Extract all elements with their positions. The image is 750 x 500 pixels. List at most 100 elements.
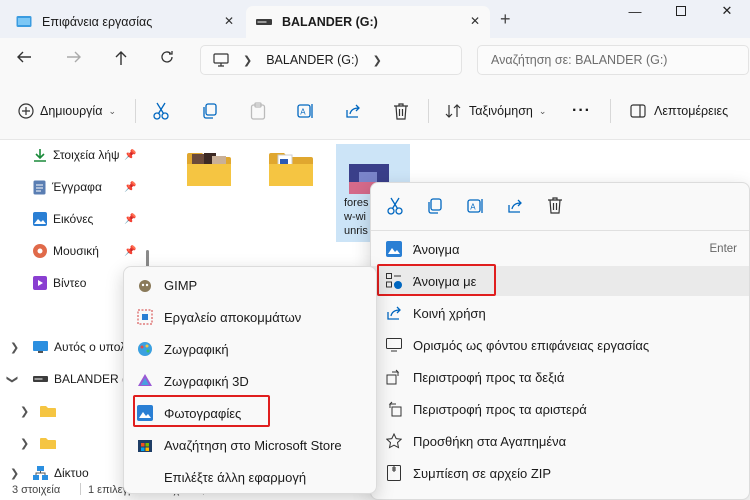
chevron-right-icon[interactable]: ❯ [10, 467, 19, 480]
menu-item-microsoft-store[interactable]: Αναζήτηση στο Microsoft Store [124, 430, 376, 460]
details-button[interactable]: Λεπτομέρειες [630, 82, 728, 140]
menu-item-add-favorites[interactable]: Προσθήκη στα Αγαπημένα [371, 426, 749, 456]
forward-arrow-icon[interactable] [66, 50, 82, 64]
pin-icon: 📌 [124, 245, 137, 257]
title-bar: Επιφάνεια εργασίας ✕ BALANDER (G:) ✕ + —… [0, 0, 750, 38]
menu-item-set-wallpaper[interactable]: Ορισμός ως φόντου επιφάνειας εργασίας [371, 330, 749, 360]
clipboard-icon [250, 102, 266, 120]
folder-item-pictures[interactable] [186, 150, 232, 188]
rename-icon: A [297, 104, 313, 118]
tab-label: Επιφάνεια εργασίας [42, 15, 153, 29]
chevron-right-icon[interactable]: ❯ [20, 405, 29, 418]
menu-item-paint[interactable]: Ζωγραφική [124, 334, 376, 364]
network-icon [33, 466, 48, 480]
share-button[interactable] [345, 82, 362, 140]
chevron-down-icon: ⌄ [538, 105, 547, 116]
rotate-left-icon [385, 400, 403, 418]
folder-icon [40, 437, 56, 450]
copy-button[interactable] [202, 82, 218, 140]
drive-icon [33, 375, 48, 383]
breadcrumb-chevron-icon[interactable]: ❯ [243, 54, 252, 67]
divider [80, 483, 81, 495]
chevron-right-icon[interactable]: ❯ [20, 437, 29, 450]
menu-item-rotate-left[interactable]: Περιστροφή προς τα αριστερά [371, 394, 749, 424]
share-icon[interactable] [507, 198, 524, 214]
sidebar-item-downloads[interactable]: Στοιχεία λήψ 📌 [0, 143, 150, 167]
menu-item-label: Άνοιγμα [413, 241, 460, 257]
snipping-tool-icon [136, 308, 154, 326]
file-name-line: unris [344, 225, 368, 237]
folder-item-documents[interactable] [268, 150, 314, 188]
menu-item-rotate-right[interactable]: Περιστροφή προς τα δεξιά [371, 362, 749, 392]
trash-icon[interactable] [547, 197, 563, 214]
file-name-line: fores [344, 197, 369, 209]
trash-icon [394, 102, 408, 120]
zip-icon [385, 464, 403, 482]
close-tab-icon[interactable]: ✕ [224, 14, 234, 28]
tab-desktop[interactable]: Επιφάνεια εργασίας ✕ [6, 6, 244, 38]
menu-item-label: Συμπίεση σε αρχείο ZIP [413, 465, 552, 481]
sidebar-item-label: Έγγραφα [52, 180, 102, 194]
highlight-box [133, 395, 270, 427]
folder-icon [269, 153, 313, 186]
search-input[interactable]: Αναζήτηση σε: BALANDER (G:) [477, 45, 749, 75]
menu-item-paint-3d[interactable]: Ζωγραφική 3D [124, 366, 376, 396]
item-count: 3 στοιχεία [12, 484, 61, 496]
menu-item-zip[interactable]: Συμπίεση σε αρχείο ZIP [371, 458, 749, 488]
maximize-button[interactable] [658, 0, 704, 22]
video-icon [33, 276, 47, 290]
address-bar[interactable]: ❯ BALANDER (G:) ❯ [200, 45, 462, 75]
context-menu: A Άνοιγμα Enter Άνοιγμα με Κοινή χρήση Ο… [370, 182, 750, 500]
new-tab-button[interactable]: + [500, 9, 511, 30]
menu-item-label: Προσθήκη στα Αγαπημένα [413, 433, 567, 449]
back-arrow-icon[interactable] [16, 50, 32, 64]
cut-button[interactable] [153, 82, 169, 140]
menu-item-label: Ζωγραφική 3D [164, 373, 249, 389]
share-icon [385, 304, 403, 322]
close-tab-icon[interactable]: ✕ [470, 14, 480, 28]
drive-icon [256, 17, 272, 27]
menu-item-snipping-tool[interactable]: Εργαλείο αποκομμάτων [124, 302, 376, 332]
up-arrow-icon[interactable] [114, 50, 128, 66]
delete-button[interactable] [393, 82, 409, 140]
close-window-button[interactable]: ✕ [704, 0, 750, 22]
sidebar-item-music[interactable]: Μουσική 📌 [0, 239, 150, 263]
star-icon [385, 432, 403, 450]
paint-3d-icon [136, 372, 154, 390]
divider [371, 230, 749, 231]
svg-text:A: A [300, 108, 306, 117]
rename-button[interactable]: A [297, 82, 315, 140]
minimize-button[interactable]: — [612, 0, 658, 22]
documents-icon [33, 180, 46, 195]
chevron-right-icon[interactable]: ❯ [10, 341, 19, 354]
menu-item-label: Επιλέξτε άλλη εφαρμογή [164, 469, 307, 485]
copy-icon[interactable] [427, 198, 443, 214]
breadcrumb-chevron-icon[interactable]: ❯ [373, 54, 382, 67]
computer-icon [213, 53, 229, 67]
sidebar-item-label: Δίκτυο [54, 466, 89, 480]
menu-item-share[interactable]: Κοινή χρήση [371, 298, 749, 328]
tab-balander[interactable]: BALANDER (G:) ✕ [246, 6, 490, 38]
menu-item-label: Κοινή χρήση [413, 305, 486, 321]
sort-button[interactable]: Ταξινόμηση ⌄ [445, 82, 546, 140]
music-icon [33, 244, 47, 258]
menu-item-gimp[interactable]: GIMP [124, 270, 376, 300]
divider [610, 99, 611, 123]
svg-text:A: A [470, 203, 476, 212]
chevron-down-icon: ⌄ [108, 105, 116, 116]
breadcrumb-location[interactable]: BALANDER (G:) [266, 53, 358, 67]
sidebar-item-documents[interactable]: Έγγραφα 📌 [0, 175, 150, 199]
cut-icon[interactable] [387, 197, 403, 215]
sidebar-item-pictures[interactable]: Εικόνες 📌 [0, 207, 150, 231]
menu-item-open[interactable]: Άνοιγμα Enter [371, 234, 749, 264]
sidebar-item-label: Εικόνες [53, 212, 94, 226]
paste-button[interactable] [250, 82, 266, 140]
refresh-icon[interactable] [160, 50, 174, 64]
menu-item-choose-app[interactable]: Επιλέξτε άλλη εφαρμογή [124, 462, 376, 492]
menu-item-label: Ορισμός ως φόντου επιφάνειας εργασίας [413, 337, 650, 353]
new-button[interactable]: Δημιουργία ⌄ [18, 82, 116, 140]
sidebar-item-label: Μουσική [53, 244, 99, 258]
rename-icon[interactable]: A [467, 198, 485, 214]
chevron-down-icon[interactable]: ❯ [6, 374, 19, 383]
more-options-icon[interactable]: ··· [572, 82, 591, 140]
